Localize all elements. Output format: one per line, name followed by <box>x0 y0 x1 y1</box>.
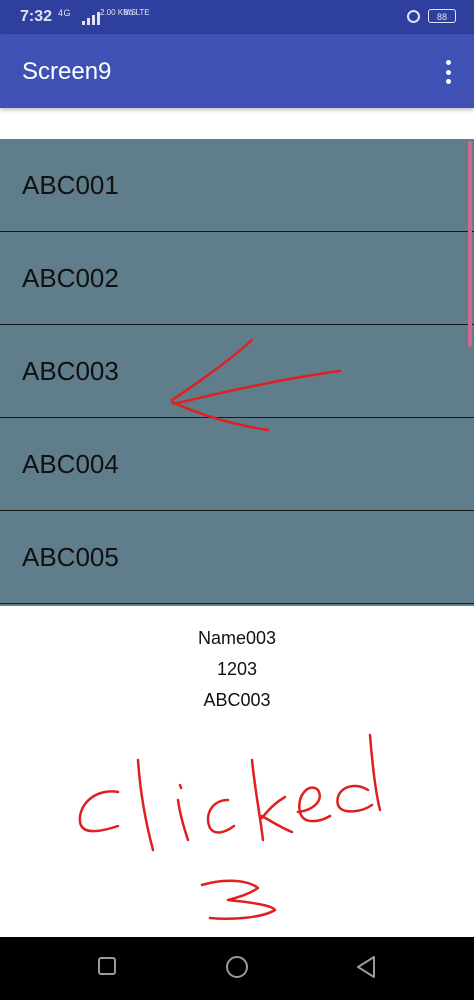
hotspot-icon <box>407 9 420 23</box>
signal-icon <box>82 12 100 25</box>
circle-icon[interactable] <box>226 956 248 978</box>
list-item-label: ABC003 <box>22 355 119 386</box>
battery-icon: 88 <box>428 9 456 23</box>
list-item-label: ABC001 <box>22 169 119 200</box>
triangle-back-icon[interactable] <box>355 955 377 979</box>
status-bar: 7:32 4G 2.00 KB/S Vo LTE 88 <box>0 0 474 34</box>
list-item-label: ABC002 <box>22 262 119 293</box>
status-time: 7:32 <box>20 8 53 25</box>
detail-panel: Name003 1203 ABC003 <box>0 626 474 719</box>
list-item[interactable]: ABC001 <box>0 139 474 232</box>
clicked-handwriting <box>78 733 382 852</box>
list-item[interactable]: ABC003 <box>0 325 474 418</box>
app-title: Screen9 <box>22 58 112 85</box>
detail-name: Name003 <box>197 628 277 648</box>
square-icon[interactable] <box>98 957 116 975</box>
list-item-label: ABC005 <box>22 541 119 572</box>
detail-code: ABC003 <box>203 690 271 710</box>
navigation-bar <box>0 937 474 1000</box>
list-item[interactable]: ABC005 <box>0 511 474 604</box>
detail-number: 1203 <box>216 659 258 679</box>
scroll-indicator[interactable] <box>468 141 472 347</box>
volte-indicator: Vo LTE <box>124 8 150 17</box>
network-type: 4G <box>58 8 72 18</box>
list-item-label: ABC004 <box>22 448 119 479</box>
status-right-icons: 88 <box>407 9 456 23</box>
more-vertical-icon[interactable] <box>440 60 456 84</box>
app-bar: Screen9 <box>0 34 474 108</box>
list-item[interactable]: ABC004 <box>0 418 474 511</box>
number-3-handwriting <box>200 879 277 920</box>
list-item[interactable]: ABC002 <box>0 232 474 325</box>
item-list[interactable]: ABC001 ABC002 ABC003 ABC004 ABC005 <box>0 139 474 606</box>
